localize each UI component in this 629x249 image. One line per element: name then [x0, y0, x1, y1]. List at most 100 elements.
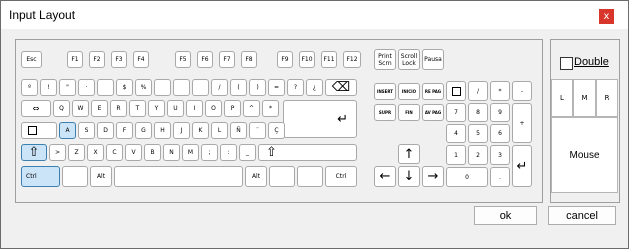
key-row2[interactable]: I [186, 100, 203, 117]
numpad-key[interactable]: 3 [490, 145, 510, 165]
ok-button[interactable]: ok [474, 206, 537, 225]
mouse-middle-button[interactable]: M [573, 79, 596, 117]
key-blank[interactable] [97, 79, 114, 96]
key-f9[interactable]: F9 [277, 51, 293, 68]
key-row4[interactable]: Z [68, 144, 85, 161]
key-row2[interactable]: * [262, 100, 279, 117]
key-row2[interactable]: ^ [243, 100, 260, 117]
key-row1[interactable]: ! [40, 79, 57, 96]
key-print-screen[interactable]: Print Scrn [374, 49, 396, 70]
right-arrow-key[interactable]: → [422, 166, 444, 187]
key-row1[interactable]: ( [230, 79, 247, 96]
key-f10[interactable]: F10 [299, 51, 315, 68]
key-row3[interactable]: H [154, 122, 171, 139]
key-f11[interactable]: F11 [321, 51, 337, 68]
key-row3[interactable]: Ñ [230, 122, 247, 139]
num-lock-key[interactable] [446, 81, 466, 101]
right-ctrl-key[interactable]: Ctrl [325, 166, 357, 187]
key-row4[interactable]: : [220, 144, 237, 161]
right-alt-key[interactable]: Alt [245, 166, 267, 187]
key-esc[interactable]: Esc [21, 51, 42, 68]
key-row3[interactable]: D [97, 122, 114, 139]
numpad-enter-key[interactable]: ↵ [512, 145, 532, 187]
key-row4[interactable]: _ [239, 144, 256, 161]
key-f7[interactable]: F7 [219, 51, 235, 68]
key-row2[interactable]: O [205, 100, 222, 117]
key-row3[interactable]: L [211, 122, 228, 139]
numpad-key[interactable]: 4 [446, 124, 466, 143]
key-row3[interactable]: J [173, 122, 190, 139]
key-row1[interactable]: º [21, 79, 38, 96]
close-icon[interactable]: x [599, 9, 614, 24]
key-pause[interactable]: Pausa [422, 49, 444, 70]
key-row4[interactable]: M [182, 144, 199, 161]
mouse-right-button[interactable]: R [596, 79, 618, 117]
cancel-button[interactable]: cancel [548, 206, 616, 225]
backspace-key[interactable]: ⌫ [325, 79, 357, 96]
key-row1[interactable]: ) [249, 79, 266, 96]
key-blank[interactable] [62, 166, 88, 187]
numpad-key[interactable]: / [468, 81, 488, 101]
page-down-key[interactable]: AV PAG [422, 104, 444, 121]
key-blank[interactable] [297, 166, 323, 187]
key-scroll-lock[interactable]: Scroll Lock [398, 49, 420, 70]
delete-key[interactable]: SUPR [374, 104, 396, 121]
key-f3[interactable]: F3 [111, 51, 127, 68]
numpad-key[interactable]: 7 [446, 103, 466, 122]
left-alt-key[interactable]: Alt [90, 166, 112, 187]
left-ctrl-key[interactable]: Ctrl [21, 166, 60, 187]
key-row4[interactable]: N [163, 144, 180, 161]
numpad-key[interactable]: - [512, 81, 532, 101]
key-row2[interactable]: Y [148, 100, 165, 117]
numpad-key[interactable]: 1 [446, 145, 466, 165]
right-shift-key[interactable]: ⇧ [258, 144, 357, 161]
key-row2[interactable]: Q [53, 100, 70, 117]
key-f1[interactable]: F1 [67, 51, 83, 68]
insert-key[interactable]: INSERT [374, 83, 396, 100]
key-row4[interactable]: B [144, 144, 161, 161]
double-label[interactable]: Double [574, 56, 609, 68]
end-key[interactable]: FIN [398, 104, 420, 121]
key-f8[interactable]: F8 [241, 51, 257, 68]
key-row3[interactable]: S [78, 122, 95, 139]
mouse-left-button[interactable]: L [551, 79, 573, 117]
key-row1[interactable]: ? [287, 79, 304, 96]
key-a[interactable]: A [59, 122, 76, 139]
key-row1[interactable]: ¿ [306, 79, 323, 96]
left-shift-key[interactable]: ⇧ [21, 144, 47, 161]
key-f6[interactable]: F6 [197, 51, 213, 68]
key-row1[interactable]: $ [116, 79, 133, 96]
key-row3[interactable]: K [192, 122, 209, 139]
key-row1[interactable]: = [268, 79, 285, 96]
key-row1[interactable]: % [135, 79, 152, 96]
key-f12[interactable]: F12 [343, 51, 361, 68]
numpad-key[interactable]: * [490, 81, 510, 101]
key-row4[interactable]: C [106, 144, 123, 161]
enter-key[interactable]: ↵ [283, 100, 357, 138]
key-row2[interactable]: U [167, 100, 184, 117]
key-row4[interactable]: V [125, 144, 142, 161]
key-blank[interactable] [173, 79, 190, 96]
key-row1[interactable]: · [78, 79, 95, 96]
key-row1[interactable]: / [211, 79, 228, 96]
key-blank[interactable] [192, 79, 209, 96]
key-blank[interactable] [154, 79, 171, 96]
page-up-key[interactable]: RE PAG [422, 83, 444, 100]
numpad-dot-key[interactable]: . [490, 167, 510, 187]
left-arrow-key[interactable]: ← [374, 166, 396, 187]
double-checkbox[interactable] [560, 57, 573, 70]
key-row4[interactable]: > [49, 144, 66, 161]
home-key[interactable]: INICIO [398, 83, 420, 100]
numpad-key[interactable]: 9 [490, 103, 510, 122]
up-arrow-key[interactable]: ↑ [398, 144, 420, 164]
numpad-key[interactable]: 2 [468, 145, 488, 165]
key-row3[interactable]: F [116, 122, 133, 139]
key-row2[interactable]: P [224, 100, 241, 117]
key-row3[interactable]: ¨ [249, 122, 266, 139]
key-row4[interactable]: X [87, 144, 104, 161]
numpad-plus-key[interactable]: + [512, 103, 532, 143]
key-row1[interactable]: " [59, 79, 76, 96]
tab-key[interactable]: ⇔ [21, 100, 51, 117]
numpad-key[interactable]: 8 [468, 103, 488, 122]
key-row2[interactable]: T [129, 100, 146, 117]
